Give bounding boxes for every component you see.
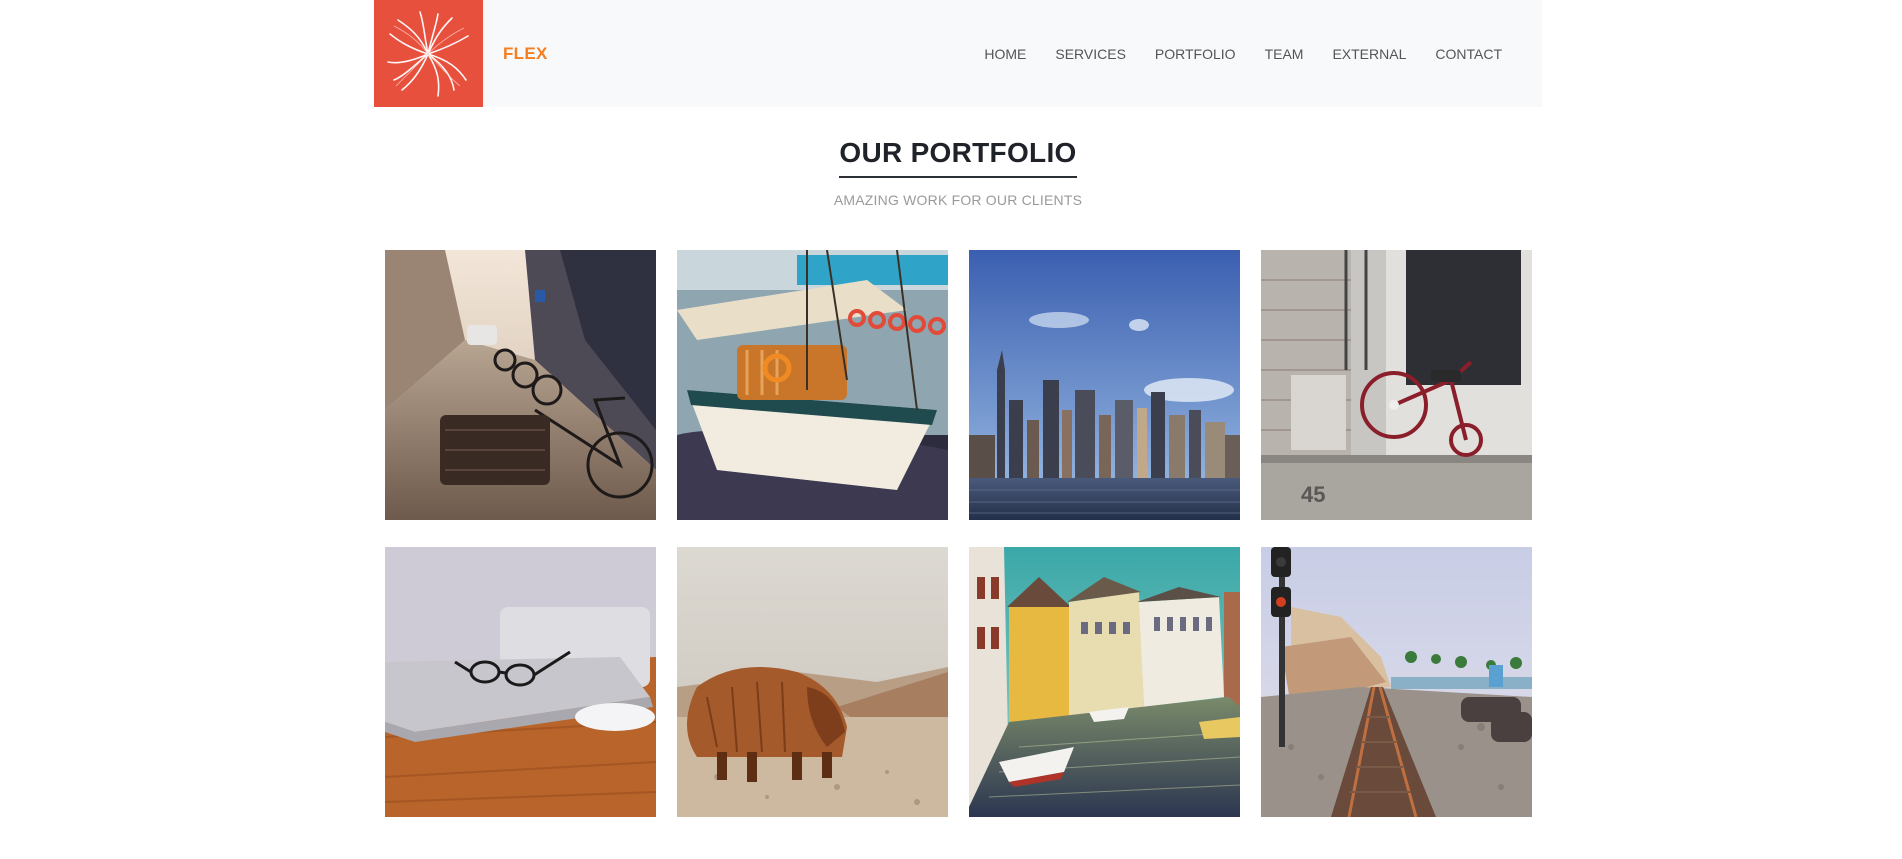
nav-item-portfolio[interactable]: PORTFOLIO	[1155, 46, 1236, 62]
portfolio-item-sailboat[interactable]	[677, 250, 948, 520]
address-number-graphic: 45	[1301, 482, 1325, 507]
portfolio-item-railroad[interactable]	[1261, 547, 1532, 817]
portfolio-item-tricycle[interactable]: 45	[1261, 250, 1532, 520]
nav-item-team[interactable]: TEAM	[1265, 46, 1304, 62]
nav-item-contact[interactable]: CONTACT	[1435, 46, 1502, 62]
laptop-glasses-image	[385, 547, 656, 817]
street-bicycles-image	[385, 250, 656, 520]
section-title: OUR PORTFOLIO	[839, 137, 1077, 178]
city-skyline-image	[969, 250, 1240, 520]
nav-item-home[interactable]: HOME	[984, 46, 1026, 62]
portfolio-item-highland-cow[interactable]	[677, 547, 948, 817]
railroad-tracks-image	[1261, 547, 1532, 817]
brand-name[interactable]: FLEX	[503, 44, 548, 64]
portfolio-item-street-bicycles[interactable]	[385, 250, 656, 520]
sailboat-image	[677, 250, 948, 520]
portfolio-grid: 45	[385, 250, 1532, 817]
page-container: FLEX HOME SERVICES PORTFOLIO TEAM EXTERN…	[374, 0, 1542, 817]
tricycle-image: 45	[1261, 250, 1532, 520]
highland-cow-image	[677, 547, 948, 817]
canal-houses-image	[969, 547, 1240, 817]
navbar: FLEX HOME SERVICES PORTFOLIO TEAM EXTERN…	[374, 0, 1542, 107]
portfolio-header: OUR PORTFOLIO AMAZING WORK FOR OUR CLIEN…	[374, 137, 1542, 208]
main-nav: HOME SERVICES PORTFOLIO TEAM EXTERNAL CO…	[955, 46, 1502, 62]
feather-burst-icon	[387, 11, 469, 97]
portfolio-item-skyline[interactable]	[969, 250, 1240, 520]
portfolio-item-canal[interactable]	[969, 547, 1240, 817]
section-subtitle: AMAZING WORK FOR OUR CLIENTS	[833, 192, 1083, 208]
nav-item-services[interactable]: SERVICES	[1055, 46, 1126, 62]
portfolio-item-laptop-desk[interactable]	[385, 547, 656, 817]
nav-item-external[interactable]: EXTERNAL	[1332, 46, 1406, 62]
logo[interactable]	[374, 0, 483, 107]
